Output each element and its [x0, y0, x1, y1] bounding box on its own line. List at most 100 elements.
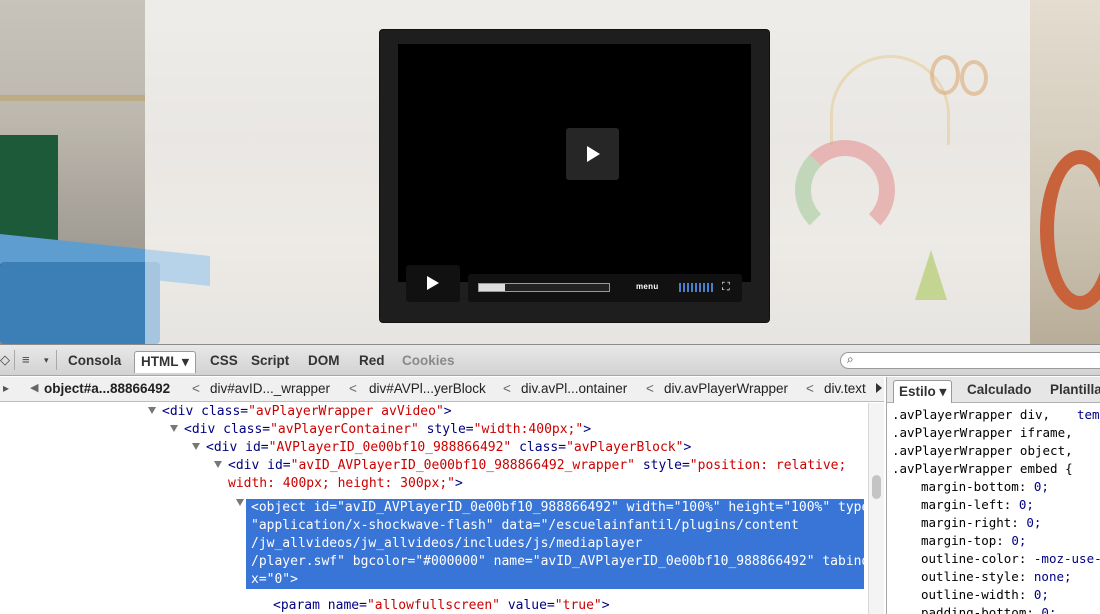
- chevron-down-icon[interactable]: ▾: [44, 351, 49, 369]
- tab-dom[interactable]: DOM: [308, 351, 340, 373]
- breadcrumb-scroll-left-icon[interactable]: ◀: [30, 381, 38, 394]
- css-value: 0;: [1026, 515, 1042, 530]
- fullscreen-icon[interactable]: ⛶: [722, 281, 730, 293]
- css-declaration[interactable]: margin-left: 0;: [921, 496, 1034, 514]
- background-blue-mat: [0, 262, 160, 344]
- tag-open: <div: [162, 404, 202, 419]
- tab-css[interactable]: CSS: [210, 351, 238, 373]
- tag-close: >: [683, 440, 692, 455]
- tab-consola[interactable]: Consola: [68, 351, 121, 373]
- selected-node-line: x="0">: [251, 572, 298, 587]
- expand-toggle-icon[interactable]: [170, 425, 178, 432]
- css-rules: .avPlayerWrapper div, tem .avPlayerWrapp…: [887, 404, 1100, 614]
- menu-button[interactable]: menu: [636, 282, 659, 291]
- html-panel-scrollbar[interactable]: [868, 403, 884, 614]
- tab-script[interactable]: Script: [251, 351, 289, 373]
- expand-toggle-icon[interactable]: [148, 407, 156, 414]
- style-tab-bar: Estilo ▾ Calculado Plantilla: [887, 377, 1100, 403]
- scrollbar-thumb[interactable]: [872, 475, 881, 499]
- css-declaration[interactable]: outline-color: -moz-use-: [921, 550, 1100, 568]
- tab-estilo[interactable]: Estilo ▾: [893, 380, 953, 403]
- attr-value: "allowfullscreen": [366, 598, 500, 613]
- firebug-panel: ◇ ≡ ▾ Consola HTML ▾ CSS Script DOM Red …: [0, 344, 1100, 614]
- tag-open: <div: [206, 440, 246, 455]
- tab-calculado[interactable]: Calculado: [967, 382, 1032, 397]
- attr-name: class=: [223, 422, 271, 437]
- css-declaration[interactable]: margin-right: 0;: [921, 514, 1041, 532]
- css-value: 0;: [1033, 587, 1049, 602]
- web-page-area: menu ⛶: [0, 0, 1100, 344]
- style-side-panel: Estilo ▾ Calculado Plantilla .avPlayerWr…: [886, 377, 1100, 614]
- breadcrumb-item[interactable]: div#avID..._wrapper: [210, 381, 330, 396]
- css-selector: .avPlayerWrapper iframe,: [892, 425, 1073, 440]
- dom-node[interactable]: <div class="avPlayerWrapper avVideo">: [162, 403, 452, 421]
- css-declaration[interactable]: margin-bottom: 0;: [921, 478, 1049, 496]
- attr-value: width: 400px; height: 300px;": [228, 476, 455, 491]
- tag-open: <div: [228, 458, 268, 473]
- dom-node[interactable]: <div id="avID_AVPlayerID_0e00bf10_988866…: [228, 457, 846, 475]
- background-gym-ring: [960, 60, 988, 96]
- inspect-icon[interactable]: ◇: [0, 351, 10, 369]
- toolbar-separator: [14, 350, 15, 370]
- attr-value: "avID_AVPlayerID_0e00bf10_988866492_wrap…: [290, 458, 635, 473]
- css-value: 0;: [1011, 533, 1027, 548]
- background-foam-arch: [795, 140, 895, 240]
- search-input[interactable]: ⌕: [840, 352, 1100, 369]
- breadcrumb-item[interactable]: object#a...88866492: [44, 381, 170, 396]
- selected-node-line: /jw_allvideos/jw_allvideos/includes/js/m…: [251, 536, 643, 551]
- video-screen[interactable]: [398, 44, 751, 282]
- selected-node-line: "application/x-shockwave-flash" data="/e…: [251, 518, 799, 533]
- tab-plantilla[interactable]: Plantilla: [1050, 382, 1100, 397]
- attr-value: "AVPlayerID_0e00bf10_988866492": [268, 440, 512, 455]
- video-player[interactable]: menu ⛶: [380, 30, 769, 322]
- css-declaration[interactable]: margin-top: 0;: [921, 532, 1026, 550]
- menu-lines-icon[interactable]: ≡: [22, 351, 30, 369]
- expand-toggle-icon[interactable]: [236, 499, 244, 506]
- dom-node[interactable]: <div class="avPlayerContainer" style="wi…: [184, 421, 591, 439]
- play-button[interactable]: [406, 265, 460, 302]
- breadcrumb-item[interactable]: div.avPlayerWrapper: [664, 381, 788, 396]
- css-property: outline-width:: [921, 587, 1027, 602]
- css-declaration[interactable]: outline-style: none;: [921, 568, 1072, 586]
- tab-html[interactable]: HTML ▾: [134, 351, 196, 373]
- css-property: margin-top:: [921, 533, 1004, 548]
- css-value: 0;: [1041, 605, 1057, 614]
- attr-value: "position: relative;: [689, 458, 847, 473]
- css-source-link[interactable]: tem: [1077, 406, 1100, 424]
- css-declaration[interactable]: outline-width: 0;: [921, 586, 1049, 604]
- css-value: 0;: [1033, 479, 1049, 494]
- selected-node-line: /player.swf" bgcolor="#000000" name="avI…: [251, 554, 868, 569]
- big-play-button[interactable]: [566, 128, 619, 180]
- selected-node-line: <object id="avID_AVPlayerID_0e00bf10_988…: [251, 500, 868, 515]
- volume-slider[interactable]: [679, 283, 715, 292]
- breadcrumb-scroll-left-icon[interactable]: ▸: [3, 381, 9, 395]
- tag-open: <param: [273, 598, 328, 613]
- tab-red[interactable]: Red: [359, 351, 385, 373]
- background-cone: [915, 250, 947, 300]
- attr-value: "true": [554, 598, 602, 613]
- attr-value: "width:400px;": [473, 422, 584, 437]
- search-icon: ⌕: [847, 352, 854, 366]
- attr-name: name=: [327, 598, 367, 613]
- tab-cookies[interactable]: Cookies: [402, 351, 455, 373]
- css-declaration[interactable]: padding-bottom: 0;: [921, 604, 1056, 614]
- dom-node[interactable]: <div id="AVPlayerID_0e00bf10_988866492" …: [206, 439, 691, 457]
- css-property: outline-color:: [921, 551, 1027, 566]
- breadcrumb-separator: <: [349, 381, 357, 396]
- attr-value: "avPlayerWrapper avVideo": [248, 404, 444, 419]
- breadcrumb: ▸ ◀ object#a...88866492 < div#avID..._wr…: [0, 377, 884, 402]
- css-value: -moz-use-: [1033, 551, 1100, 566]
- expand-toggle-icon[interactable]: [214, 461, 222, 468]
- css-selector: .avPlayerWrapper div,: [892, 407, 1051, 422]
- tag-close: >: [443, 404, 452, 419]
- breadcrumb-separator: <: [806, 381, 814, 396]
- breadcrumb-item[interactable]: div.text: [824, 381, 866, 396]
- breadcrumb-item[interactable]: div#AVPl...yerBlock: [369, 381, 486, 396]
- selected-dom-node[interactable]: <object id="avID_AVPlayerID_0e00bf10_988…: [246, 499, 868, 589]
- breadcrumb-scroll-right-icon[interactable]: [876, 383, 882, 393]
- expand-toggle-icon[interactable]: [192, 443, 200, 450]
- dom-node[interactable]: <param name="allowfullscreen" value="tru…: [273, 597, 610, 614]
- breadcrumb-item[interactable]: div.avPl...ontainer: [521, 381, 627, 396]
- devtools-tab-bar: ◇ ≡ ▾ Consola HTML ▾ CSS Script DOM Red …: [0, 345, 1100, 376]
- progress-bar[interactable]: [478, 283, 610, 292]
